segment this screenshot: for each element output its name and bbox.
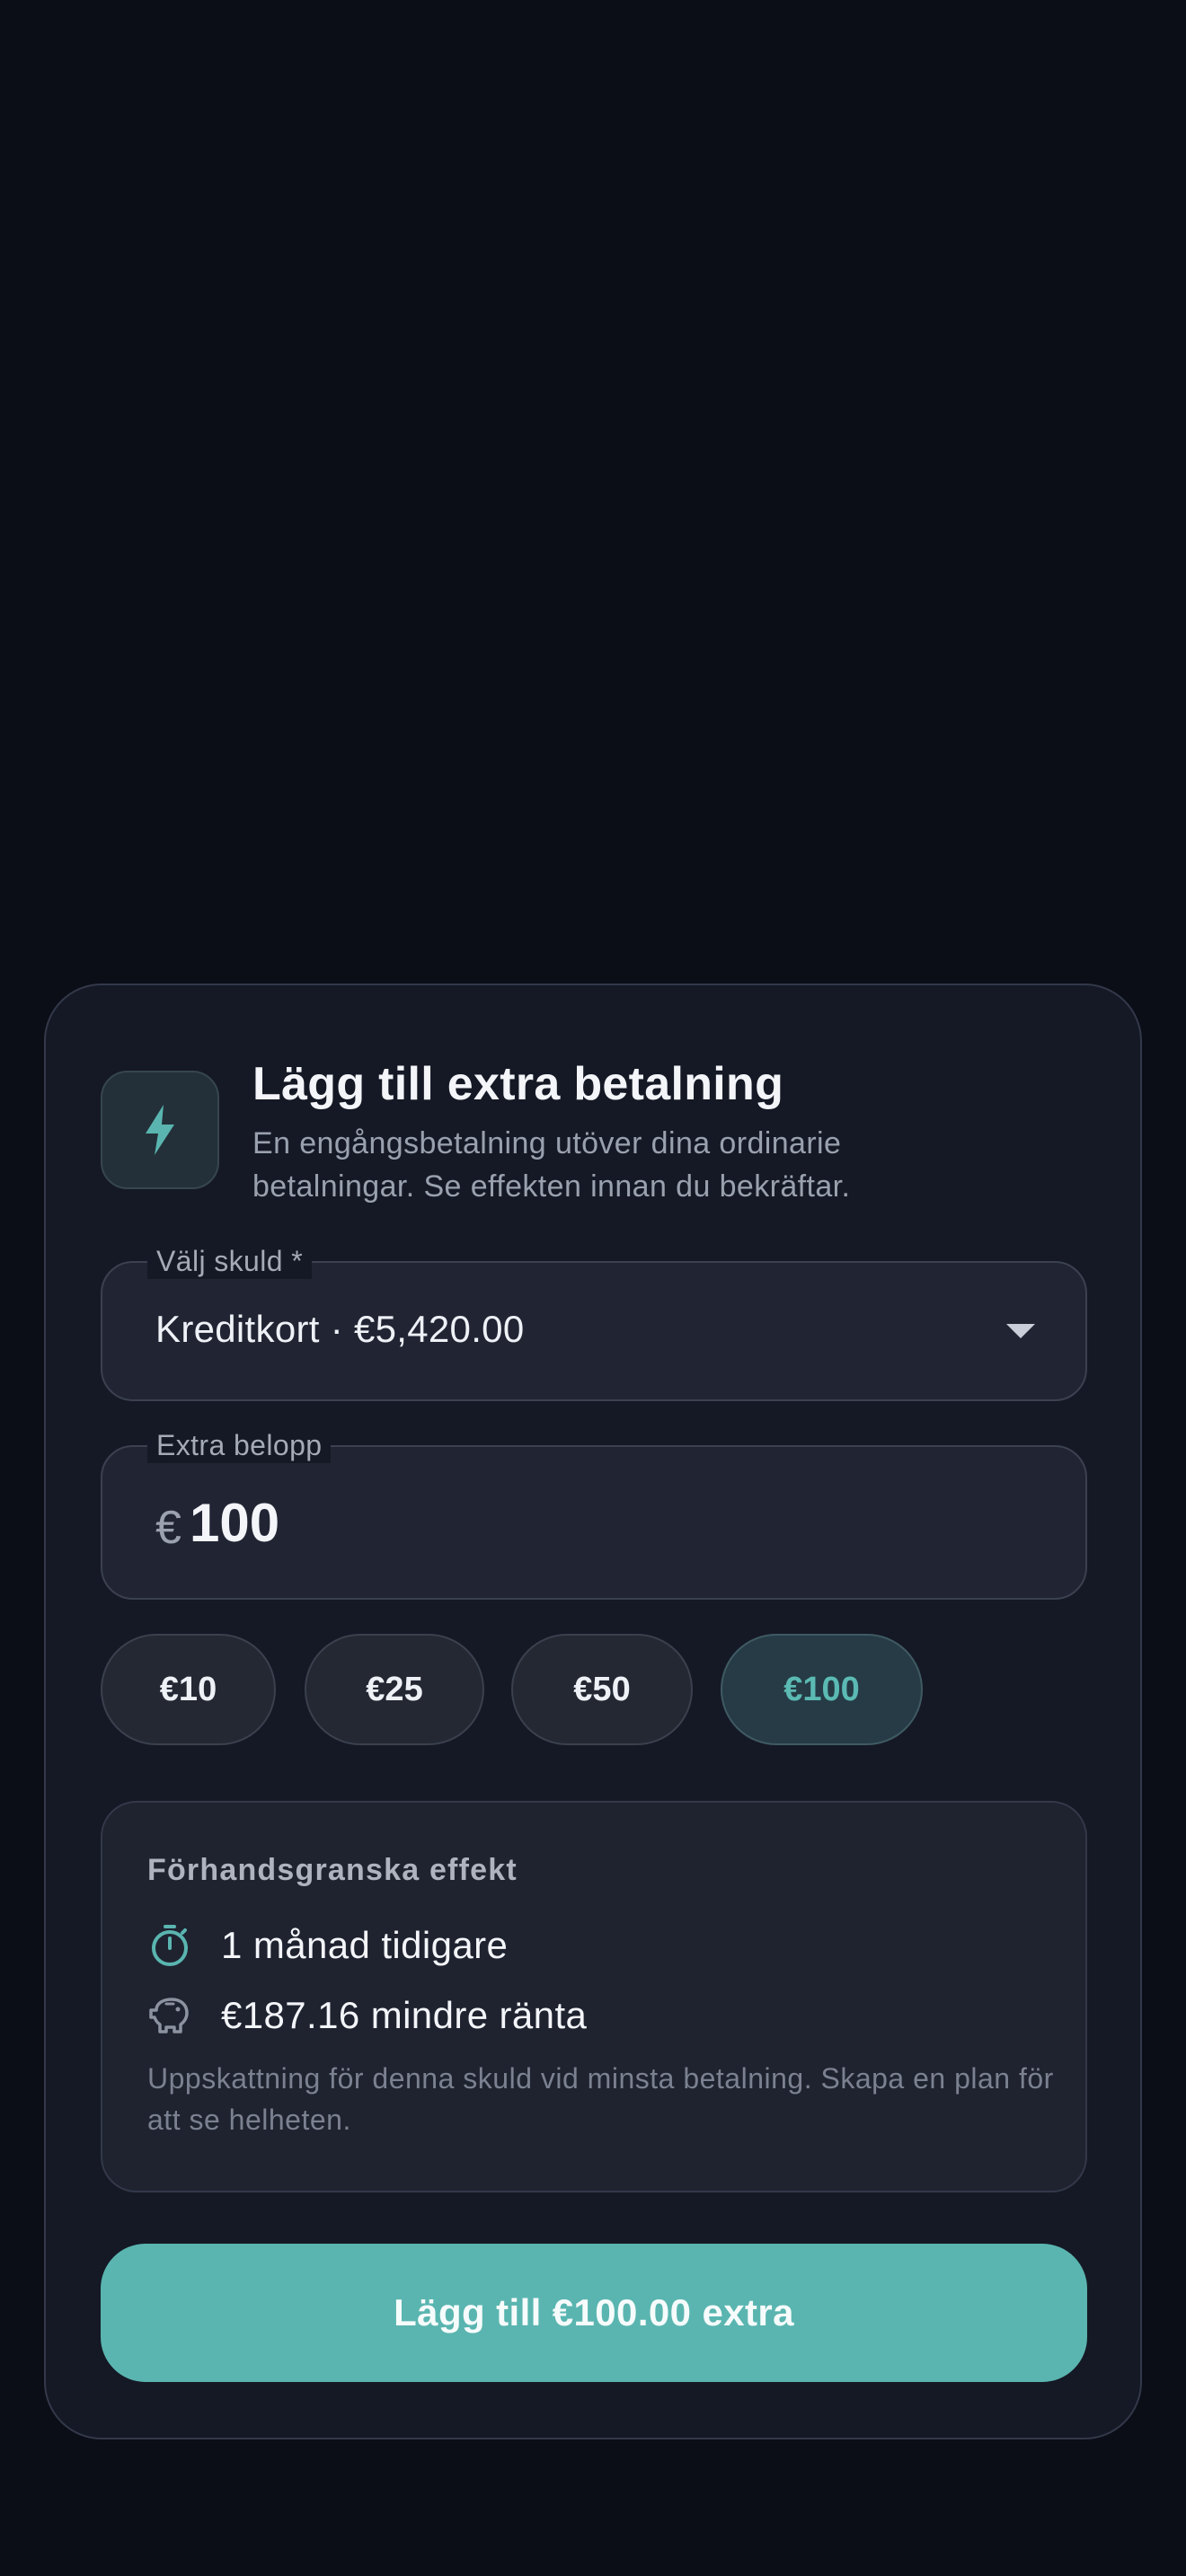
- debt-select-value: Kreditkort · €5,420.00: [155, 1308, 525, 1350]
- chevron-down-icon: [1006, 1324, 1035, 1338]
- debt-select[interactable]: Välj skuld * Kreditkort · €5,420.00: [101, 1243, 1087, 1401]
- amount-value: 100: [190, 1493, 280, 1553]
- preview-row-interest: €187.16 mindre ränta: [147, 1991, 587, 2040]
- stopwatch-icon: [147, 1923, 192, 1968]
- quick-amount-chip-25[interactable]: €25: [305, 1634, 484, 1745]
- amount-input-label: Extra belopp: [147, 1427, 332, 1463]
- add-extra-payment-button[interactable]: Lägg till €100.00 extra: [101, 2244, 1087, 2382]
- preview-row-time: 1 månad tidigare: [147, 1921, 508, 1970]
- dialog-title: Lägg till extra betalning: [252, 1058, 784, 1110]
- preview-title: Förhandsgranska effekt: [147, 1853, 518, 1887]
- extra-payment-sheet: Lägg till extra betalning En engångsbeta…: [44, 984, 1142, 2439]
- quick-amount-chip-10[interactable]: €10: [101, 1634, 276, 1745]
- quick-amount-chip-50[interactable]: €50: [511, 1634, 693, 1745]
- dialog-subtitle: En engångsbetalning utöver dina ordinari…: [252, 1126, 851, 1204]
- effect-preview-card: Förhandsgranska effekt 1 månad tidigare: [101, 1801, 1087, 2192]
- currency-symbol: €: [155, 1502, 181, 1554]
- preview-note: Uppskattning för denna skuld vid minsta …: [147, 2062, 1054, 2136]
- debt-select-label: Välj skuld *: [147, 1243, 313, 1279]
- lightning-bolt-icon: [101, 1071, 219, 1189]
- preview-time-text: 1 månad tidigare: [221, 1924, 509, 1966]
- piggy-bank-icon: [147, 1993, 192, 2038]
- amount-input[interactable]: Extra belopp € 100: [101, 1427, 1087, 1600]
- preview-interest-text: €187.16 mindre ränta: [221, 1994, 588, 2036]
- quick-amount-chip-100[interactable]: €100: [721, 1634, 923, 1745]
